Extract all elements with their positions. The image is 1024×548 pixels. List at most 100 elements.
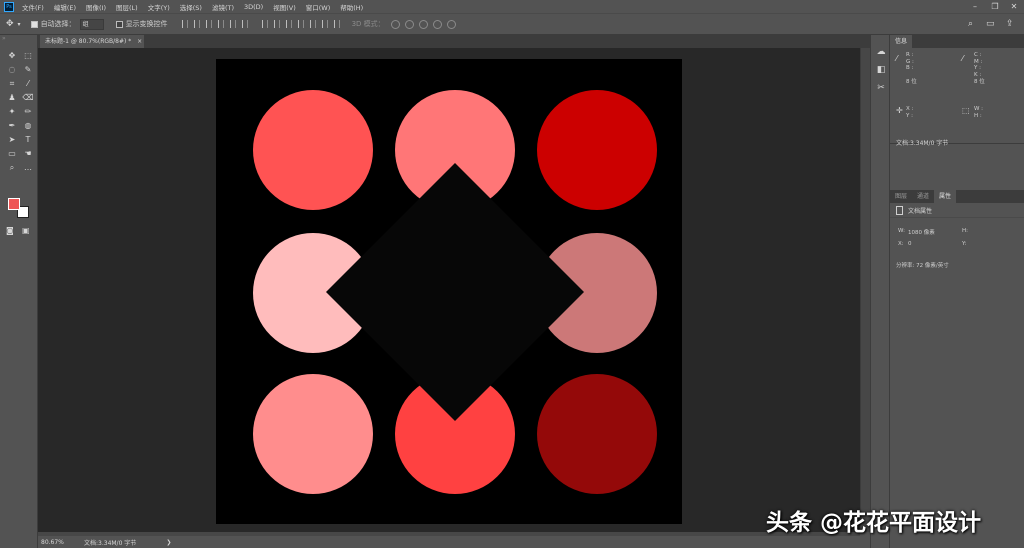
move-tool-icon[interactable]: ✥	[6, 19, 14, 29]
distribute-right-icon[interactable]	[321, 20, 328, 28]
menu-filter[interactable]: 滤镜(T)	[212, 2, 234, 12]
type-tool-icon[interactable]: T	[20, 133, 36, 147]
show-transform-label: 显示变换控件	[125, 20, 168, 28]
menu-select[interactable]: 选择(S)	[180, 2, 202, 12]
circle-shape	[253, 374, 373, 494]
center-diamond-shape	[326, 163, 584, 421]
marquee-tool-icon[interactable]: ⬚	[20, 49, 36, 63]
hand-tool-icon[interactable]: ☚	[20, 147, 36, 161]
foreground-color-swatch[interactable]	[8, 198, 20, 210]
distribute-left-icon[interactable]	[297, 20, 304, 28]
circle-shape	[537, 374, 657, 494]
close-tab-icon[interactable]: ×	[137, 38, 142, 45]
3d-scale-icon[interactable]	[446, 19, 456, 29]
info-xy: X : Y :	[906, 106, 914, 119]
rectangle-tool-icon[interactable]: ▭	[4, 147, 20, 161]
move-tool-icon[interactable]: ✥	[4, 49, 20, 63]
status-menu-icon[interactable]: ❯	[166, 539, 171, 546]
align-right-icon[interactable]	[241, 20, 248, 28]
document-canvas[interactable]	[216, 59, 682, 524]
circle-shape	[253, 90, 373, 210]
align-left-icon[interactable]	[217, 20, 224, 28]
zoom-tool-icon[interactable]: ⌕	[4, 161, 20, 175]
menu-help[interactable]: 帮助(H)	[340, 2, 363, 12]
distribute-vcenter-icon[interactable]	[273, 20, 280, 28]
auto-select-checkbox[interactable]	[30, 20, 38, 28]
screen-mode-icon[interactable]: ▣	[22, 226, 30, 235]
tab-properties[interactable]: 属性	[934, 190, 957, 203]
options-bar: ✥ ▾ 自动选择： 组 显示变换控件 3D 模式： ⌕ ▭ ⇪	[0, 13, 1024, 35]
3d-rotate-icon[interactable]	[390, 19, 400, 29]
x-label: X:	[898, 241, 904, 247]
resolution-field: 分辨率: 72 像素/英寸	[896, 263, 949, 269]
menu-edit[interactable]: 编辑(E)	[54, 2, 76, 12]
minimize-icon[interactable]: –	[966, 0, 984, 13]
3d-mode-label: 3D 模式：	[351, 20, 385, 28]
height-label: H:	[962, 228, 968, 234]
document-icon	[896, 205, 903, 215]
zoom-level-field[interactable]: 80.67%	[38, 539, 68, 546]
eyedropper-tool-icon[interactable]: ⁄	[20, 77, 36, 91]
document-tab[interactable]: 未标题-1 @ 80.7%(RGB/8#) * ×	[40, 35, 144, 48]
crop-tool-icon[interactable]: ⌗	[4, 77, 20, 91]
menu-view[interactable]: 视图(V)	[273, 2, 296, 12]
pen-tool-icon[interactable]: ✒	[4, 119, 20, 133]
menu-image[interactable]: 图像(I)	[86, 2, 106, 12]
tab-layers[interactable]: 图层	[890, 190, 912, 203]
watermark-text: 头条 @花花平面设计	[766, 510, 982, 536]
info-doc-size: 文档:3.34M/0 字节	[896, 140, 949, 147]
tool-presets-icon[interactable]: ✂	[871, 79, 891, 97]
quick-select-tool-icon[interactable]: ✎	[20, 63, 36, 77]
stamp-tool-icon[interactable]: ♟	[4, 91, 20, 105]
menu-type[interactable]: 文字(Y)	[148, 2, 170, 12]
workspace-icon[interactable]: ▭	[986, 19, 995, 29]
distribute-top-icon[interactable]	[261, 20, 268, 28]
selection-size-icon: ⬚	[962, 106, 970, 115]
tools-panel: » ✥ ⬚ ◌ ✎ ⌗ ⁄ ♟ ⌫ ✦ ✏ ✒ ◍ ➤ T ▭ ☚ ⌕ … ◙ …	[0, 35, 38, 548]
y-label: Y:	[962, 241, 967, 247]
3d-roll-icon[interactable]	[404, 19, 414, 29]
auto-select-dropdown[interactable]: 组	[79, 18, 104, 30]
align-top-icon[interactable]	[181, 20, 188, 28]
path-select-tool-icon[interactable]: ➤	[4, 133, 20, 147]
share-icon[interactable]: ⇪	[1006, 19, 1014, 29]
info-cmyk: C : M : Y : K :	[974, 52, 983, 78]
eraser-tool-icon[interactable]: ⌫	[20, 91, 36, 105]
toolbar-collapse-icon[interactable]: »	[0, 35, 37, 45]
align-vcenter-icon[interactable]	[193, 20, 200, 28]
more-tools-icon[interactable]: …	[20, 161, 36, 175]
photoshop-logo-icon: Ps	[4, 1, 14, 12]
3d-drag-icon[interactable]	[418, 19, 428, 29]
properties-panel: 图层 通道 属性 文档属性 W: 1080 像素 H: X: 0 Y: 分辨率:…	[890, 190, 1024, 548]
quick-mask-icon[interactable]: ◙	[6, 226, 14, 235]
align-bottom-icon[interactable]	[205, 20, 212, 28]
adjustments-icon[interactable]: ◧	[871, 61, 891, 79]
distribute-bottom-icon[interactable]	[285, 20, 292, 28]
auto-select-label: 自动选择：	[40, 20, 76, 28]
tab-channels[interactable]: 通道	[912, 190, 934, 203]
vertical-scrollbar[interactable]	[860, 48, 870, 532]
dodge-tool-icon[interactable]: ◍	[20, 119, 36, 133]
brush-tool-icon[interactable]: ✏	[20, 105, 36, 119]
width-field[interactable]: 1080 像素	[908, 228, 935, 236]
menu-layer[interactable]: 图层(L)	[116, 2, 138, 12]
history-brush-icon[interactable]: ✦	[4, 105, 20, 119]
eyedropper-cmyk-icon: ⁄	[962, 54, 964, 63]
menu-3d[interactable]: 3D(D)	[244, 3, 263, 11]
document-tab-title: 未标题-1 @ 80.7%(RGB/8#) *	[45, 38, 132, 45]
tool-preset-dropdown-icon[interactable]: ▾	[18, 21, 21, 28]
3d-slide-icon[interactable]	[432, 19, 442, 29]
libraries-icon[interactable]: ☁	[871, 43, 891, 61]
maximize-icon[interactable]: ❐	[986, 0, 1004, 13]
menu-window[interactable]: 窗口(W)	[306, 2, 331, 12]
distribute-hcenter-icon[interactable]	[309, 20, 316, 28]
show-transform-checkbox[interactable]	[115, 20, 123, 28]
menu-file[interactable]: 文件(F)	[22, 2, 44, 12]
align-hcenter-icon[interactable]	[229, 20, 236, 28]
close-window-icon[interactable]: ✕	[1005, 0, 1023, 13]
auto-align-icon[interactable]	[333, 20, 340, 28]
lasso-tool-icon[interactable]: ◌	[4, 63, 20, 77]
x-field[interactable]: 0	[908, 241, 912, 247]
search-icon[interactable]: ⌕	[968, 19, 973, 29]
tab-info[interactable]: 信息	[890, 35, 913, 48]
